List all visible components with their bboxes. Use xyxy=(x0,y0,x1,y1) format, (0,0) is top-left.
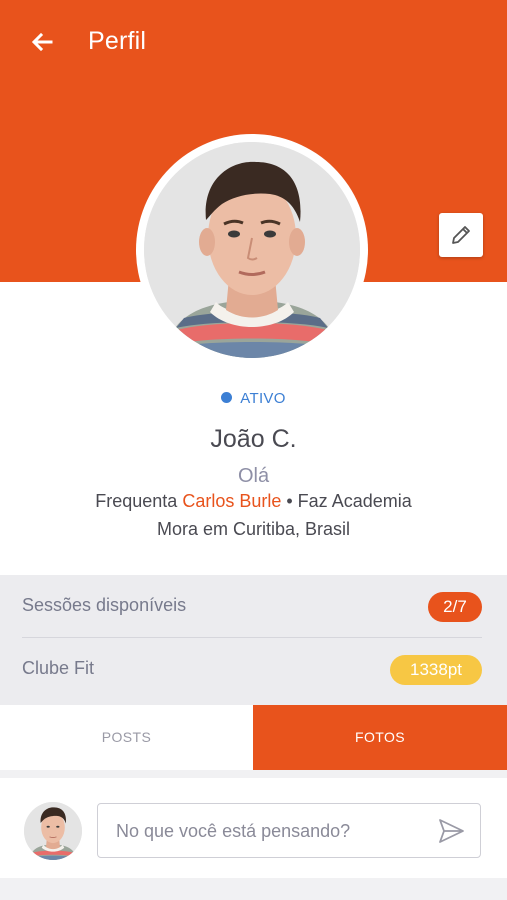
compose-input[interactable]: No que você está pensando? xyxy=(97,803,481,858)
club-row: Clube Fit 1338pt xyxy=(22,638,482,700)
profile-avatar xyxy=(136,134,368,366)
status-dot-icon xyxy=(221,392,233,403)
points-badge: 1338pt xyxy=(390,655,482,685)
status-badge: ATIVO xyxy=(0,390,507,407)
person-photo-illustration xyxy=(144,142,360,358)
avatar-photo xyxy=(144,142,360,358)
profile-name: João C. xyxy=(210,425,297,453)
pencil-icon xyxy=(452,226,470,244)
back-button[interactable] xyxy=(26,26,58,58)
profile-frequents: Frequenta Carlos Burle • Faz Academia xyxy=(0,491,507,512)
tab-fotos[interactable]: FOTOS xyxy=(253,705,507,770)
club-label: Clube Fit xyxy=(22,658,95,678)
frequents-prefix: Frequenta xyxy=(95,491,183,511)
tab-posts[interactable]: POSTS xyxy=(0,705,253,770)
profile-greeting: Olá xyxy=(237,465,270,487)
edit-profile-button[interactable] xyxy=(439,213,483,257)
send-icon xyxy=(439,819,464,843)
profile-location: Mora em Curitiba, Brasil xyxy=(156,519,351,539)
arrow-left-icon xyxy=(31,32,53,52)
content-tabs: POSTS FOTOS xyxy=(0,705,507,770)
sessions-row: Sessões disponíveis 2/7 xyxy=(22,575,482,638)
compose-avatar xyxy=(24,802,82,860)
stats-panel: Sessões disponíveis 2/7 Clube Fit 1338pt xyxy=(0,575,507,705)
frequents-suffix: • Faz Academia xyxy=(281,491,412,511)
compose-post: No que você está pensando? xyxy=(0,778,507,878)
sessions-label: Sessões disponíveis xyxy=(22,595,187,615)
person-photo-illustration xyxy=(24,802,82,860)
coach-link[interactable]: Carlos Burle xyxy=(182,491,281,511)
page-title: Perfil xyxy=(88,27,147,55)
send-button[interactable] xyxy=(436,817,466,845)
sessions-badge: 2/7 xyxy=(428,592,482,622)
status-text: ATIVO xyxy=(240,390,286,407)
compose-placeholder: No que você está pensando? xyxy=(116,821,351,841)
